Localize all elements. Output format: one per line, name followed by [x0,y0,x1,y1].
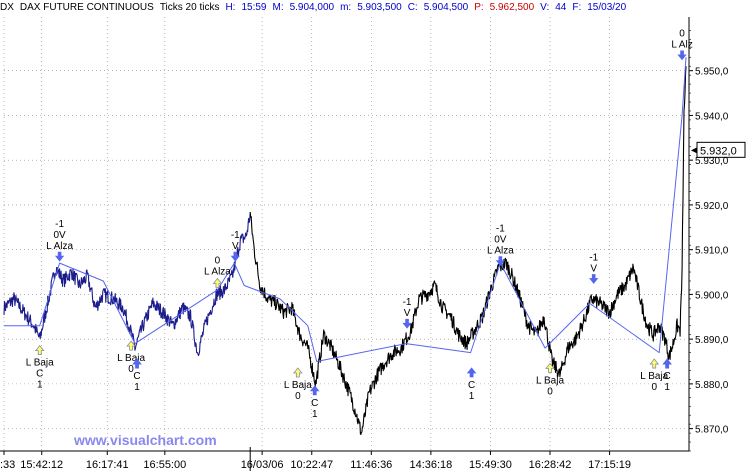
price-chart: 5.870,0 5.880,0 5.890,0 5.900,0 5.910,0 5.920… [0,17,746,471]
x-tick-label: 17:15:19 [588,459,631,471]
signal-label: 0 [679,29,685,40]
signal-label: 0V [494,235,507,246]
signal-label: V [404,308,411,319]
chart-window: DX DAX FUTURE CONTINUOUS Ticks 20 ticks H: 1… [0,0,753,473]
arrow-down-icon [589,274,599,284]
signal-label: -1 [589,252,598,263]
signal-label: -1 [231,230,240,241]
signal-label: 0V [53,230,66,241]
y-tick-label: 5.880,0 [695,380,729,391]
signal-label: L Alza [487,246,514,257]
x-tick-label: 16/03/06 [241,459,284,471]
signal-label: 1 [37,380,43,391]
signal-label: -1 [403,297,412,308]
arrow-down-icon [402,318,412,329]
signal-label: V [232,241,239,252]
arrow-down-icon [54,251,65,262]
signal-label: 1 [469,391,475,402]
arrow-down-icon [677,50,687,61]
x-tick-label: 14:36:18 [409,459,452,471]
signal-label: C [468,380,475,391]
signal-label: 0 [295,391,301,402]
x-tick-label: :33 [0,459,15,471]
y-tick-label: 5.890,0 [695,335,729,346]
arrow-up-icon [662,358,672,369]
y-tick-label: 5.950,0 [695,67,729,78]
y-tick-label: 5.920,0 [695,201,729,212]
x-tick-label: 16:17:41 [86,459,129,471]
signal-label: 0 [215,256,221,267]
x-tick-label: 15:49:30 [469,459,512,471]
signal-label: L Baja [117,353,145,364]
signal-label: L Alz [671,40,692,51]
y-tick-label: 5.900,0 [695,290,729,301]
x-tick-label: 11:46:36 [350,459,392,471]
signal-label: L Baja [26,358,54,369]
signal-label: 0 [651,382,657,393]
arrow-up-icon [649,358,660,369]
watermark: www.visualchart.com [73,432,217,448]
arrow-up-icon [466,367,477,378]
signal-label: C [311,398,318,409]
signal-label: 1 [312,409,318,420]
x-tick-label: 10:22:47 [290,459,333,471]
signal-label: C [664,371,671,382]
x-tick-label: 16:28:42 [529,459,572,471]
signal-label: L Baja [284,380,312,391]
x-tick-label: 15:42:12 [20,459,63,471]
signal-label: C [133,371,140,382]
y-tick-label: 5.870,0 [695,425,729,436]
signal-label: L Alza [46,241,73,252]
signal-label: 1 [134,382,140,393]
y-tick-label: 5.940,0 [695,111,729,122]
price-pointer-icon [691,147,697,154]
arrow-up-icon [34,344,45,356]
signal-label: L Baja [536,376,564,387]
signal-label: -1 [55,219,64,230]
y-tick-label: 5.910,0 [695,246,729,257]
signal-label: V [590,263,597,274]
signal-label: -1 [496,224,505,235]
signal-label: 1 [664,382,670,393]
signal-label: C [36,369,43,380]
signal-label: L Alza [204,267,231,278]
arrow-up-icon [293,367,303,378]
price-box-label: 5.932,0 [700,145,737,157]
x-tick-label: 16:55:00 [143,459,186,471]
signal-label: 0 [547,387,553,398]
